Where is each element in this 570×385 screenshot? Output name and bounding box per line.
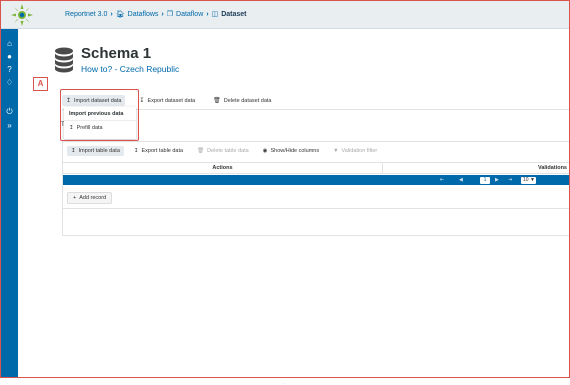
- annotation-highlight-box: [60, 89, 139, 141]
- database-icon: ◫: [211, 11, 219, 18]
- home-icon[interactable]: ⌂: [1, 39, 18, 49]
- export-table-label: Export table data: [141, 148, 184, 154]
- export-table-button[interactable]: ↧ Export table data: [130, 146, 187, 156]
- eye-icon: ◉: [262, 148, 268, 154]
- top-bar: Reportnet 3.0 › 🏠︎ Dataflows › ❐ Dataflo…: [1, 1, 569, 29]
- breadcrumb-separator: ›: [110, 10, 113, 18]
- bell-icon[interactable]: ♢: [1, 78, 18, 88]
- current-page[interactable]: 1: [480, 176, 490, 184]
- import-table-label: Import table data: [78, 148, 120, 154]
- table-panel: ↥ Import table data ↧ Export table data …: [62, 141, 569, 236]
- footer-mark: .: [283, 380, 285, 385]
- breadcrumb-separator: ›: [206, 10, 209, 18]
- export-dataset-button[interactable]: ↧ Export dataset data: [135, 95, 199, 106]
- delete-dataset-label: Delete dataset data: [223, 97, 272, 104]
- trash-icon: 🗑︎: [213, 98, 221, 104]
- validation-filter-label: Validation filter: [341, 148, 378, 154]
- database-icon: [55, 47, 73, 73]
- panel-divider: [63, 208, 569, 209]
- breadcrumb-dataset: Dataset: [221, 10, 247, 18]
- upload-icon: ↥: [71, 148, 76, 154]
- breadcrumb: Reportnet 3.0 › 🏠︎ Dataflows › ❐ Dataflo…: [65, 10, 247, 19]
- delete-table-label: Delete table data: [207, 148, 249, 154]
- breadcrumb-separator: ›: [161, 10, 164, 18]
- previous-page-icon[interactable]: ◀: [459, 177, 463, 183]
- validation-filter-button[interactable]: ▼ Validation filter: [329, 146, 381, 156]
- next-page-icon[interactable]: ▶: [495, 177, 499, 183]
- annotation-label: A: [33, 77, 48, 91]
- user-icon[interactable]: ●: [1, 52, 18, 62]
- table-toolbar: ↥ Import table data ↧ Export table data …: [67, 144, 569, 158]
- breadcrumb-reportnet[interactable]: Reportnet 3.0: [65, 11, 107, 18]
- app-window: Reportnet 3.0 › 🏠︎ Dataflows › ❐ Dataflo…: [0, 0, 570, 378]
- table-header: Actions Validations: [63, 162, 569, 174]
- reportnet-logo[interactable]: [11, 4, 33, 26]
- expand-icon[interactable]: »: [1, 121, 18, 131]
- show-hide-columns-label: Show/Hide columns: [270, 148, 320, 154]
- export-dataset-label: Export dataset data: [147, 97, 196, 104]
- page-title: Schema 1: [81, 45, 152, 62]
- sidebar: ⌂ ● ? ♢ ⏻ »: [1, 29, 18, 377]
- column-header-validations[interactable]: Validations: [538, 163, 567, 174]
- breadcrumb-dataflows[interactable]: Dataflows: [128, 11, 159, 18]
- help-icon[interactable]: ?: [1, 65, 18, 75]
- download-icon: ↧: [139, 98, 145, 104]
- plus-icon: +: [73, 195, 77, 201]
- rows-per-page-value: 10: [523, 176, 529, 183]
- delete-dataset-button[interactable]: 🗑︎ Delete dataset data: [209, 95, 275, 106]
- first-page-icon[interactable]: ⇤: [440, 177, 444, 183]
- show-hide-columns-button[interactable]: ◉ Show/Hide columns: [259, 146, 323, 156]
- trash-icon: 🗑︎: [197, 148, 205, 154]
- add-record-button[interactable]: + Add record: [67, 192, 113, 204]
- delete-table-button[interactable]: 🗑︎ Delete table data: [193, 146, 253, 156]
- main-content: Schema 1 How to? - Czech Republic A ↥ Im…: [18, 29, 569, 377]
- import-table-button[interactable]: ↥ Import table data: [67, 146, 124, 156]
- download-icon: ↧: [133, 148, 139, 154]
- chevron-down-icon: ▼: [529, 176, 535, 183]
- clone-icon: ❐: [166, 11, 174, 18]
- rows-per-page-select[interactable]: 10 ▼: [521, 176, 536, 184]
- page-subtitle[interactable]: How to? - Czech Republic: [81, 64, 179, 74]
- breadcrumb-dataflow[interactable]: Dataflow: [176, 11, 203, 18]
- home-icon: 🏠︎: [115, 11, 125, 18]
- paginator: ⇤ ◀ 1 ▶ ⇥ 10 ▼: [63, 175, 569, 185]
- filter-icon: ▼: [333, 148, 339, 154]
- power-icon[interactable]: ⏻: [1, 107, 18, 117]
- last-page-icon[interactable]: ⇥: [508, 177, 512, 183]
- add-record-label: Add record: [79, 195, 107, 201]
- column-header-actions: Actions: [63, 163, 383, 174]
